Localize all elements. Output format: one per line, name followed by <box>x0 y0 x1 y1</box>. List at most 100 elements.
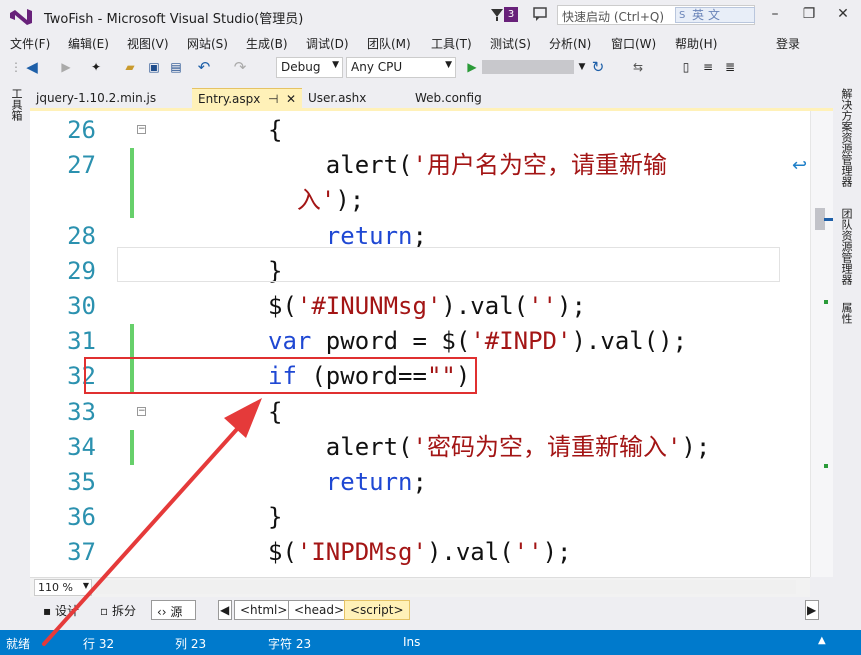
breadcrumb-html[interactable]: <html> <box>234 600 294 620</box>
notification-icon[interactable]: ▲ <box>818 635 826 646</box>
chevron-down-icon: ▼ <box>445 60 452 70</box>
menu-edit[interactable]: 编辑(E) <box>68 35 109 52</box>
code-token: ; <box>412 468 427 496</box>
code-text: 入'); <box>268 183 364 218</box>
code-token: } <box>268 256 283 285</box>
menu-debug[interactable]: 调试(D) <box>306 35 349 52</box>
redo-icon[interactable]: ↷ <box>232 59 248 75</box>
code-line[interactable]: 37 $('INPDMsg').val(''); <box>30 535 810 570</box>
code-text: alert('密码为空，请重新输入'); <box>268 430 711 465</box>
close-window-button[interactable]: ✕ <box>826 0 860 30</box>
code-token: ; <box>412 221 427 250</box>
team-explorer-tab[interactable]: 团队资源管理器 <box>839 208 853 285</box>
tab-jquery[interactable]: jquery-1.10.2.min.js <box>30 88 162 110</box>
breadcrumb-script[interactable]: <script> <box>344 600 410 620</box>
breadcrumb-forward-button[interactable]: ▶ <box>805 600 819 620</box>
status-character: 字符 23 <box>268 637 312 651</box>
code-line[interactable]: 33 − { <box>30 395 810 430</box>
horizontal-scrollbar[interactable] <box>96 580 796 594</box>
blurred-browser-select[interactable] <box>482 60 574 74</box>
tab-entry-aspx[interactable]: Entry.aspx ⊣ ✕ <box>192 88 302 110</box>
start-debug-icon[interactable]: ▶ <box>464 59 480 75</box>
grip-icon: ⋮ <box>10 60 22 74</box>
menu-tools[interactable]: 工具(T) <box>431 35 472 52</box>
solution-explorer-tab[interactable]: 解决方案资源管理器 <box>839 88 853 187</box>
document-icon[interactable]: ▯ <box>678 59 694 75</box>
platform-select[interactable]: Any CPU ▼ <box>346 57 456 78</box>
caret-position-marker <box>824 218 833 221</box>
collapse-icon[interactable]: − <box>137 406 146 416</box>
menu-view[interactable]: 视图(V) <box>127 35 169 52</box>
save-all-icon[interactable]: ▤ <box>168 59 184 75</box>
breadcrumb-back-button[interactable]: ◀ <box>218 600 232 620</box>
code-line[interactable]: 29} <box>30 254 810 289</box>
undo-icon[interactable]: ↶ <box>196 59 212 75</box>
breadcrumb-head[interactable]: <head> <box>288 600 351 620</box>
code-line[interactable]: 34 alert('密码为空，请重新输入'); <box>30 429 810 465</box>
string-token: '#INUNMsg' <box>296 292 442 320</box>
back-arrow-icon[interactable]: ◀ <box>24 59 40 75</box>
menu-window[interactable]: 窗口(W) <box>611 35 656 52</box>
code-line[interactable]: 28 return; <box>30 219 810 254</box>
code-token: alert( <box>268 432 413 461</box>
menu-help[interactable]: 帮助(H) <box>675 35 717 52</box>
menu-test[interactable]: 测试(S) <box>490 35 531 52</box>
window-title: TwoFish - Microsoft Visual Studio(管理员) <box>44 12 304 27</box>
keyword-token: return <box>325 221 413 250</box>
uncomment-icon[interactable]: ≣ <box>722 59 738 75</box>
code-line[interactable]: 35 return; <box>30 465 810 500</box>
line-number: 30 <box>67 292 96 320</box>
comment-icon[interactable]: ≡ <box>700 59 716 75</box>
tab-label: Entry.aspx <box>198 92 261 106</box>
menu-team[interactable]: 团队(M) <box>367 35 411 52</box>
code-editor[interactable]: 26−{27 alert('用户名为空，请重新输 入'); 28 return; 2… <box>30 111 810 577</box>
change-indicator-bar <box>130 429 134 465</box>
code-token: ).val( <box>426 538 514 567</box>
code-text: $('INPDMsg').val(''); <box>268 535 571 570</box>
save-icon[interactable]: ▣ <box>146 59 162 75</box>
line-number: 36 <box>67 503 96 532</box>
split-icon: ▫ <box>100 604 112 618</box>
menu-website[interactable]: 网站(S) <box>187 35 228 52</box>
login-link[interactable]: 登录 <box>776 35 800 52</box>
collapse-icon[interactable]: − <box>137 125 146 134</box>
menu-build[interactable]: 生成(B) <box>246 35 288 52</box>
vertical-scrollbar[interactable] <box>810 111 833 577</box>
notification-count-badge[interactable]: 3 <box>504 7 518 22</box>
split-view-button[interactable]: ▫ 拆分 <box>95 600 141 620</box>
line-number: 27 <box>67 151 96 180</box>
menu-analyze[interactable]: 分析(N) <box>549 35 591 52</box>
code-line[interactable]: 入'); <box>30 183 810 219</box>
properties-tab[interactable]: 属性 <box>839 302 853 324</box>
tab-web-config[interactable]: Web.config <box>409 88 488 110</box>
forward-arrow-icon[interactable]: ▶ <box>58 59 74 75</box>
refresh-icon[interactable]: ↻ <box>590 59 606 75</box>
ime-indicator[interactable]: S 英文 <box>675 7 755 23</box>
minimize-button[interactable]: – <box>758 0 792 30</box>
configuration-select[interactable]: Debug ▼ <box>276 57 343 78</box>
close-tab-icon[interactable]: ✕ <box>286 92 296 106</box>
new-project-icon[interactable]: ✦ <box>88 59 104 75</box>
restore-button[interactable]: ❐ <box>792 0 826 30</box>
code-line[interactable]: 26 − { <box>30 113 810 148</box>
menu-file[interactable]: 文件(F) <box>10 35 50 52</box>
code-text: var pword = $('#INPD').val(); <box>268 324 687 359</box>
notification-flag-icon[interactable] <box>490 8 504 22</box>
source-view-button[interactable]: ‹› 源 <box>151 600 196 620</box>
code-line[interactable]: 36} <box>30 500 810 535</box>
code-line[interactable]: 30 $('#INUNMsg').val(''); <box>30 289 810 324</box>
design-view-button[interactable]: ▪ 设计 <box>38 600 84 620</box>
pin-icon[interactable]: ⊣ <box>268 92 278 106</box>
feedback-icon[interactable] <box>532 6 548 22</box>
browser-link-icon[interactable]: ⇆ <box>630 59 646 75</box>
toolbox-tab[interactable]: 工具箱 <box>9 88 23 121</box>
chevron-down-icon[interactable]: ▼ <box>574 59 590 75</box>
tab-user-ashx[interactable]: User.ashx <box>302 88 372 110</box>
zoom-select[interactable]: 110 % ▼ <box>34 579 92 596</box>
code-line[interactable]: 27 alert('用户名为空，请重新输 <box>30 148 810 184</box>
word-wrap-icon: ↩ <box>792 155 808 176</box>
code-line[interactable]: 31 var pword = $('#INPD').val(); <box>30 324 810 360</box>
line-number: 29 <box>67 256 96 285</box>
open-folder-icon[interactable]: ▰ <box>122 59 138 75</box>
status-column: 列 23 <box>175 637 207 651</box>
